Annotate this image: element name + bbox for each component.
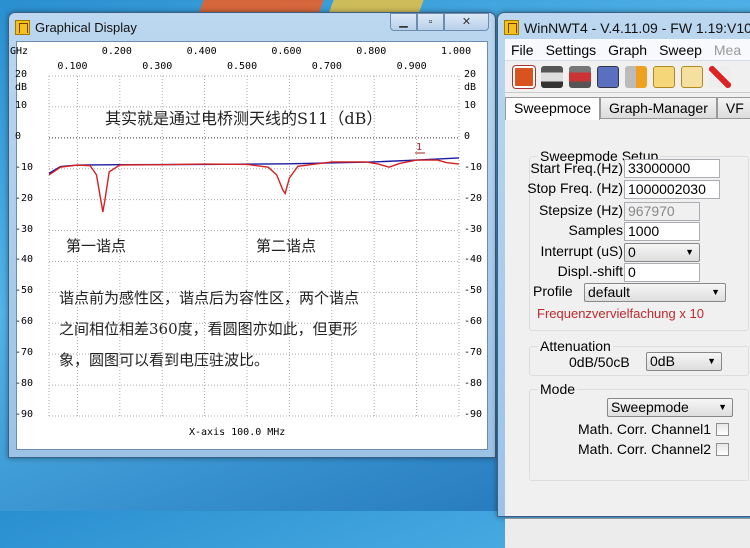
y-tick-label-left: -80: [15, 378, 34, 390]
displ-shift-input[interactable]: 0: [624, 263, 700, 282]
interrupt-select[interactable]: 0 ▼: [624, 243, 700, 262]
resonance2-annotation: 第二谐点: [256, 237, 317, 255]
math-corr-channel1-label: Math. Corr. Channel1: [578, 421, 712, 437]
toolbar: [505, 61, 750, 93]
y-tick-label-left: 0: [15, 130, 22, 142]
x-axis-label: X-axis 100.0 MHz: [189, 427, 286, 438]
y-tick-label-right: -70: [464, 347, 483, 359]
y-tick-label-left: 20: [15, 69, 28, 80]
menu-settings[interactable]: Settings: [540, 42, 603, 58]
db-graph-icon[interactable]: [681, 65, 703, 88]
math-corr-channel2-label: Math. Corr. Channel2: [578, 441, 712, 457]
interrupt-label: Interrupt (uS): [540, 243, 623, 259]
attenuation-select[interactable]: 0dB ▼: [646, 352, 722, 371]
stepsize-input: 967970: [624, 202, 700, 221]
x-tick-label: 0.900: [396, 61, 427, 72]
displ-shift-label: Displ.-shift: [557, 263, 623, 279]
print-pdf-icon[interactable]: [569, 65, 591, 88]
stop-freq-label: Stop Freq. (Hz): [527, 180, 623, 196]
tools-icon[interactable]: [625, 65, 647, 88]
y-tick-label-left: -20: [15, 192, 34, 204]
x-tick-label: 0.800: [356, 46, 387, 57]
y-tick-label-right: -90: [464, 409, 483, 420]
start-freq-input[interactable]: 33000000: [624, 159, 720, 178]
start-freq-label: Start Freq.(Hz): [530, 160, 623, 176]
group-label: Attenuation: [538, 338, 613, 354]
app-icon: [504, 20, 519, 35]
trace-red: [48, 159, 460, 213]
menu-measure[interactable]: Mea: [708, 42, 747, 58]
menu-bar: File Settings Graph Sweep Mea: [505, 39, 750, 61]
y-tick-label-right: -20: [464, 192, 483, 204]
y-tick-label-left: -50: [15, 285, 34, 297]
y-unit-right: dB: [464, 82, 477, 93]
math-corr-channel1-checkbox[interactable]: [716, 423, 729, 436]
samples-label: Samples: [568, 222, 623, 238]
x-tick-label: 0.600: [271, 46, 302, 57]
x-tick-label: 0.700: [311, 61, 342, 72]
graph-canvas[interactable]: GHz 0.200 0.400 0.600 0.800 1.000 0.100 0.300 0…: [10, 41, 488, 450]
profile-select[interactable]: default ▼: [584, 283, 726, 302]
graphical-display-window: Graphical Display ▁ ▫ ✕ GHz 0.200 0.400 0.…: [8, 12, 496, 458]
note-line3: 象，圆图可以看到电压驻波比。: [59, 351, 270, 369]
print-icon[interactable]: [541, 65, 563, 88]
mode-select[interactable]: Sweepmode ▼: [607, 398, 733, 417]
status-bar: [505, 518, 750, 548]
y-tick-label-right: -30: [464, 223, 483, 235]
calibrate-icon[interactable]: [709, 65, 731, 88]
menu-graph[interactable]: Graph: [602, 42, 653, 58]
x-tick-label: 1.000: [441, 46, 472, 57]
y-tick-label-left: -60: [15, 316, 34, 328]
headline-annotation: 其实就是通过电桥测天线的S11（dB）: [105, 109, 383, 128]
resonance1-annotation: 第一谐点: [66, 237, 127, 255]
attenuation-label: 0dB/50cB: [569, 354, 630, 370]
y-tick-label-left: -40: [15, 254, 34, 266]
y-tick-label-right: 20: [464, 69, 477, 80]
winnwt4-window: WinNWT4 - V.4.11.09 - FW 1.19:V10 - hf F…: [497, 12, 750, 548]
y-tick-label-right: -80: [464, 378, 483, 390]
note-line1: 谐点前为感性区，谐点后为容性区，两个谐点: [59, 289, 360, 307]
y-unit-left: dB: [15, 82, 28, 93]
x-tick-label: 0.200: [101, 46, 132, 57]
y-tick-label-left: -10: [15, 161, 34, 173]
frequency-multiplier-warning: Frequenzvervielfachung x 10: [537, 306, 704, 321]
note-line2: 之间相位相差360度，看圆图亦如此，但更形: [59, 320, 358, 338]
stop-freq-input[interactable]: 1000002030: [624, 180, 720, 199]
graph-icon[interactable]: [653, 65, 675, 88]
x-tick-label: 0.400: [186, 46, 217, 57]
y-tick-label-left: -70: [15, 347, 34, 359]
x-unit-label: GHz: [10, 46, 29, 57]
y-tick-label-right: -60: [464, 316, 483, 328]
y-tick-label-left: -90: [15, 409, 34, 420]
y-tick-label-right: 0: [464, 130, 471, 142]
y-tick-label-right: -50: [464, 285, 483, 297]
math-corr-channel2-checkbox[interactable]: [716, 443, 729, 456]
menu-sweep[interactable]: Sweep: [653, 42, 708, 58]
y-tick-label-left: 10: [15, 99, 28, 111]
x-tick-label: 0.300: [142, 61, 173, 72]
stepsize-label: Stepsize (Hz): [538, 202, 623, 218]
x-tick-label: 0.100: [57, 61, 88, 72]
y-tick-label-right: 10: [464, 99, 477, 111]
x-tick-label: 0.500: [227, 61, 258, 72]
tab-vfo[interactable]: VF: [716, 97, 750, 118]
tab-graph-manager[interactable]: Graph-Manager: [600, 97, 717, 118]
samples-input[interactable]: 1000: [624, 222, 700, 241]
tab-sweepmode[interactable]: Sweepmoce: [505, 97, 601, 120]
power-icon[interactable]: [513, 65, 535, 88]
marker-label: 1: [416, 142, 423, 153]
menu-file[interactable]: File: [505, 42, 540, 58]
y-tick-label-left: -30: [15, 223, 34, 235]
y-tick-label-right: -10: [464, 161, 483, 173]
y-tick-label-right: -40: [464, 254, 483, 266]
png-bmp-icon[interactable]: [597, 65, 619, 88]
group-label: Mode: [538, 381, 578, 397]
profile-label: Profile: [533, 283, 573, 299]
